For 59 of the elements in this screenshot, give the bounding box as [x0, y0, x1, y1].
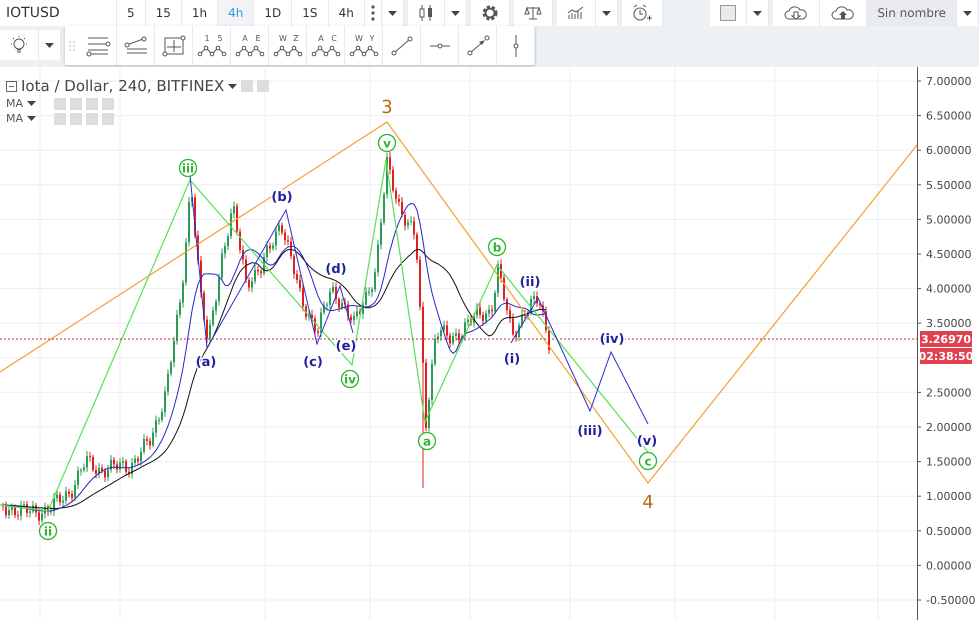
interval-button[interactable]: 1h: [182, 0, 218, 26]
axis-label: 7.00000: [926, 75, 972, 88]
wave-tool-label: C: [330, 34, 336, 42]
axis-label: -0.50000: [926, 594, 976, 607]
axis-label: 2.00000: [926, 421, 972, 434]
wave-tool-label: A: [242, 34, 248, 42]
drawing-tool-button[interactable]: W Z: [269, 26, 307, 65]
wave-tool-label: A: [318, 34, 324, 42]
wave-tool-label: 5: [216, 34, 222, 42]
axis-label: 6.00000: [926, 144, 972, 158]
interval-button[interactable]: 5: [117, 0, 146, 26]
countdown-tag: 02:38:50: [918, 348, 974, 364]
interval-button[interactable]: 1D: [254, 0, 292, 26]
wave-label: (iii): [577, 424, 603, 439]
series-title: Iota / Dollar, 240, BITFINEX: [21, 77, 224, 95]
interval-button[interactable]: 15: [146, 0, 182, 26]
axis-label: 4.50000: [926, 248, 972, 261]
axis-label: 1.50000: [926, 456, 972, 469]
wave-tool-label: Y: [369, 34, 374, 42]
axis-label: 0.00000: [926, 559, 972, 572]
wave-tool-label: W: [354, 34, 362, 42]
drawing-tool-button[interactable]: A C: [307, 26, 345, 65]
axis-label: 1.00000: [926, 490, 972, 504]
interval-button[interactable]: 4h: [328, 0, 365, 26]
wave-label: iii: [178, 158, 198, 178]
wave-label: b: [488, 238, 506, 256]
axis-label: 3.50000: [926, 317, 972, 330]
wave-label: a: [418, 432, 436, 450]
axis-label: 5.50000: [926, 178, 972, 192]
wave-tool-label: Z: [292, 34, 298, 42]
wave-label: (d): [325, 262, 347, 277]
axis-label: 2.50000: [926, 386, 972, 400]
wave-label: (iv): [600, 332, 624, 347]
wave-tool-label: E: [254, 34, 260, 42]
wave-label: (i): [504, 352, 520, 367]
drawing-tool-button[interactable]: 1 5: [193, 26, 231, 65]
axis-label: 4.00000: [926, 282, 972, 296]
wave-label: (b): [271, 190, 293, 205]
drawing-tool-button[interactable]: A E: [231, 26, 269, 65]
wave-label: iv: [340, 370, 360, 388]
drawing-tool-button[interactable]: W Y: [345, 26, 383, 65]
layout-name-button[interactable]: Sin nombre: [867, 0, 957, 26]
wave-label: (ii): [520, 275, 540, 290]
indicator-label: MA: [6, 97, 24, 110]
indicator-label: MA: [6, 112, 24, 125]
wave-tool-label: 1: [204, 34, 210, 42]
wave-label: ii: [38, 522, 58, 540]
wave-label: 4: [642, 492, 654, 513]
wave-label: 3: [381, 97, 393, 118]
symbol-field[interactable]: IOTUSD: [0, 0, 117, 26]
last-price-tag: 3.26970: [920, 331, 972, 347]
wave-label: (c): [303, 355, 323, 370]
wave-label: c: [638, 452, 658, 470]
axis-label: 5.00000: [926, 213, 972, 226]
interval-button[interactable]: 1S: [292, 0, 329, 26]
axis-label: 0.50000: [926, 524, 972, 538]
axis-label: 6.50000: [926, 110, 972, 123]
wave-label: v: [378, 134, 396, 152]
wave-tool-label: W: [278, 34, 286, 42]
